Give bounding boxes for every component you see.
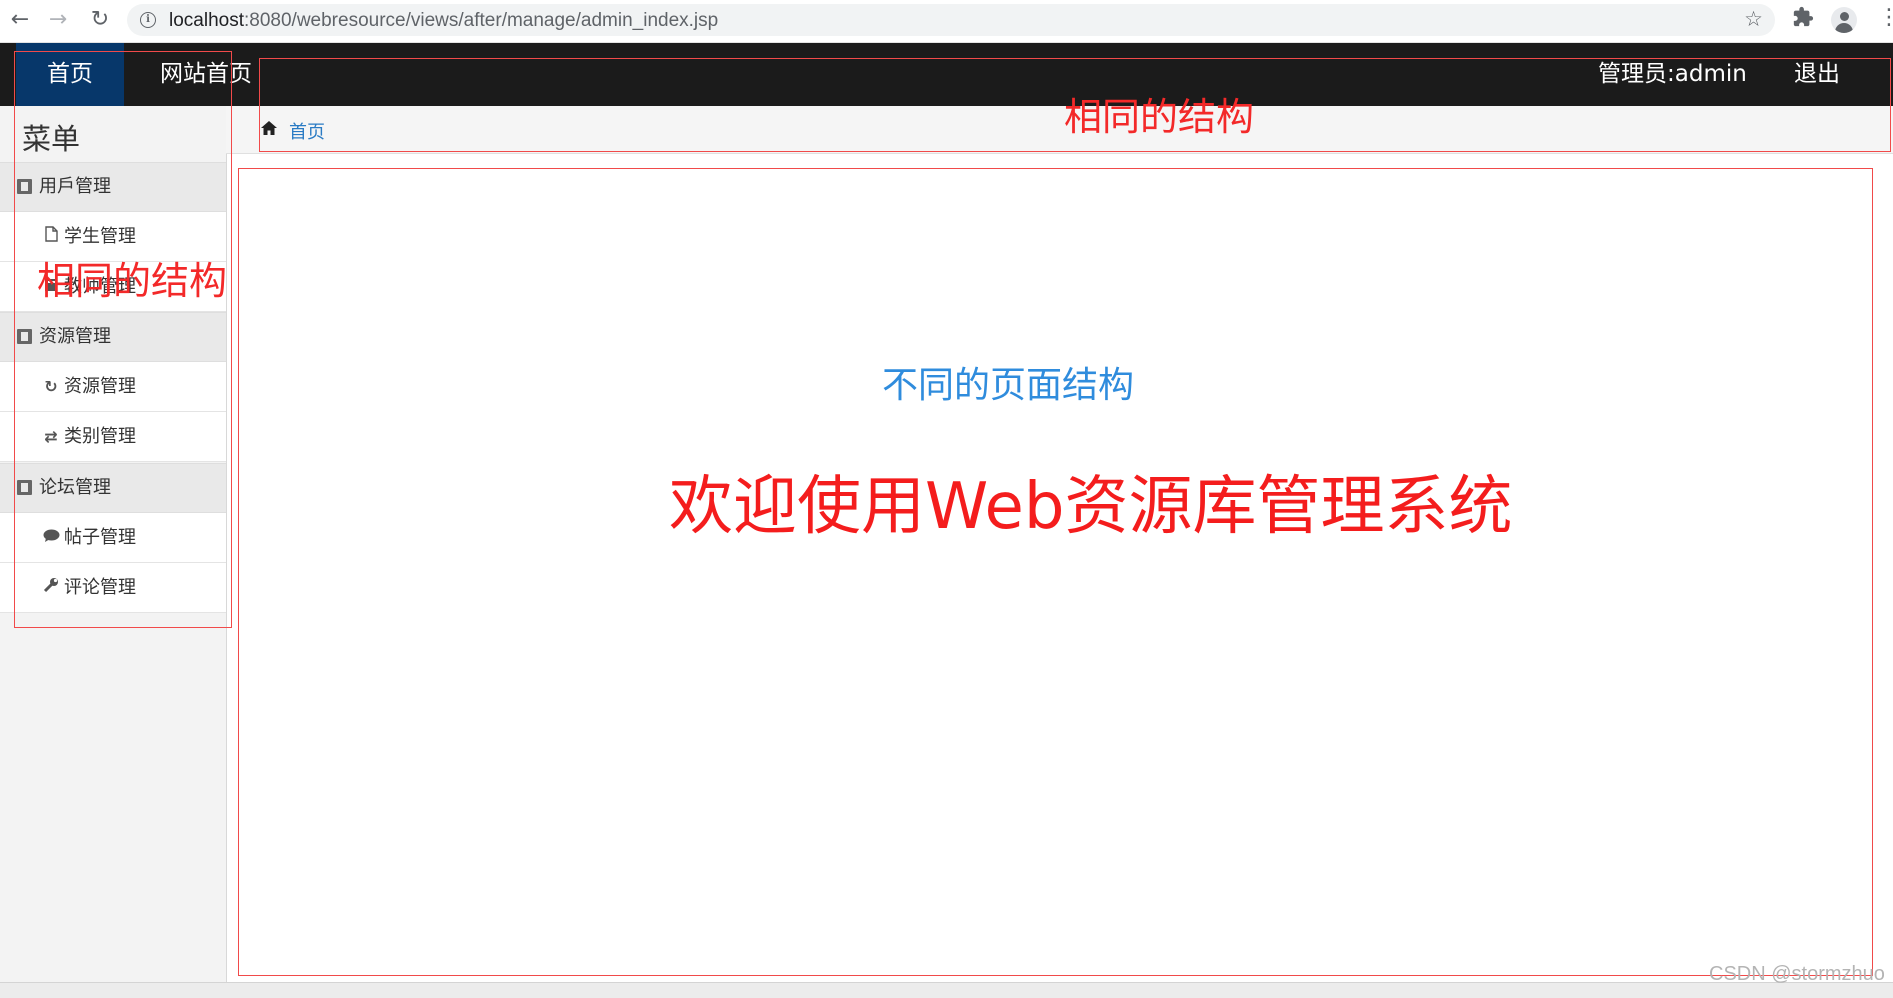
url-host: localhost xyxy=(169,10,244,31)
browser-toolbar: ← → ↻ i localhost:8080/webresource/views… xyxy=(0,0,1893,43)
url-text[interactable]: localhost:8080/webresource/views/after/m… xyxy=(169,10,718,32)
forward-arrow-icon[interactable]: → xyxy=(46,8,70,32)
bottom-strip xyxy=(0,982,1893,998)
annotation-label-left: 相同的结构 xyxy=(37,259,228,303)
address-bar[interactable]: i localhost:8080/webresource/views/after… xyxy=(127,4,1775,36)
reload-icon[interactable]: ↻ xyxy=(88,8,112,32)
puzzle-icon[interactable] xyxy=(1792,6,1814,34)
url-path: :8080/webresource/views/after/manage/adm… xyxy=(244,10,719,31)
profile-icon[interactable] xyxy=(1831,7,1857,33)
info-icon[interactable]: i xyxy=(140,12,156,28)
back-arrow-icon[interactable]: ← xyxy=(8,8,32,32)
star-icon[interactable]: ☆ xyxy=(1744,7,1763,31)
watermark: CSDN @stormzhuo xyxy=(1709,963,1885,985)
menu-dots-icon[interactable]: ⋮ xyxy=(1878,6,1893,30)
annotation-label-top: 相同的结构 xyxy=(1064,95,1255,139)
annotation-box-left xyxy=(14,51,232,628)
annotation-box-main xyxy=(238,168,1873,976)
